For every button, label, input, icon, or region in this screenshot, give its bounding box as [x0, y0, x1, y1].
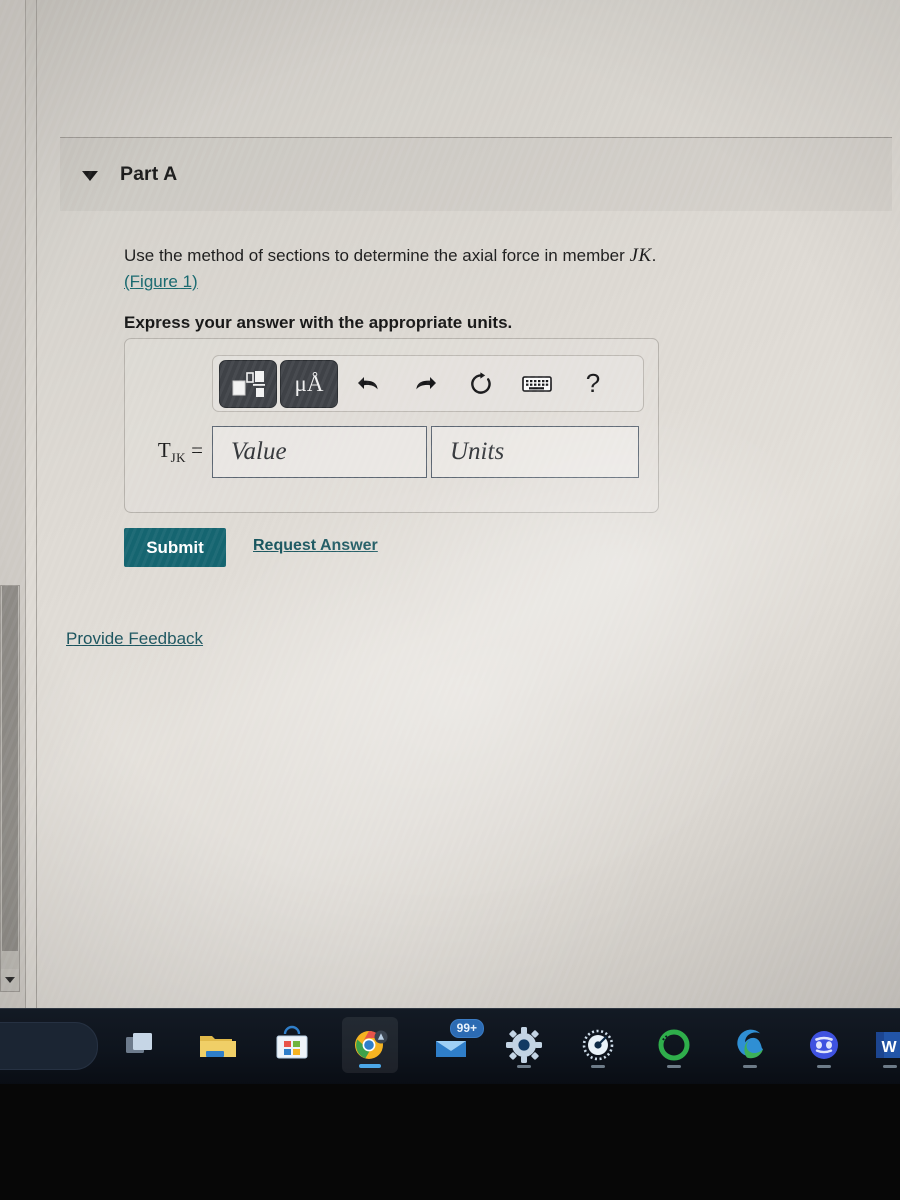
gear-icon	[504, 1025, 544, 1065]
answer-label: TJK =	[125, 438, 212, 466]
mail-unread-badge: 99+	[449, 1019, 484, 1038]
scrollbar-down-arrow-icon[interactable]	[1, 969, 19, 991]
prompt-line-1: Use the method of sections to determine …	[124, 243, 824, 270]
units-placeholder: Units	[450, 438, 505, 465]
laptop-screen-photo: Part A Use the method of sections to det…	[0, 0, 900, 1200]
google-chrome-icon	[350, 1025, 390, 1065]
units-mu-angstrom-icon[interactable]: μÅ	[280, 359, 338, 408]
help-question-icon[interactable]: ?	[565, 361, 621, 407]
submit-button[interactable]: Submit	[124, 528, 226, 567]
undo-arrow-icon[interactable]	[341, 361, 397, 407]
caret-down-icon[interactable]	[82, 170, 98, 181]
part-a-header[interactable]: Part A	[60, 138, 892, 211]
taskbar-item-microsoft-edge[interactable]	[722, 1017, 778, 1073]
answer-entry-box: μÅ ? TJK = Value Units	[124, 338, 659, 513]
taskbar-item-task-view[interactable]	[112, 1017, 168, 1073]
taskbar-running-indicator	[883, 1065, 897, 1068]
taskbar-item-spotify[interactable]	[646, 1017, 702, 1073]
answer-instruction: Express your answer with the appropriate…	[124, 313, 513, 333]
microsoft-store-icon	[272, 1025, 312, 1065]
member-variable: JK	[629, 245, 652, 266]
task-view-icon	[120, 1025, 160, 1065]
taskbar-running-indicator	[817, 1065, 831, 1068]
taskbar-item-file-explorer[interactable]	[188, 1017, 244, 1073]
taskbar-running-indicator	[743, 1065, 757, 1068]
provide-feedback-link[interactable]: Provide Feedback	[66, 629, 203, 649]
figure-1-link[interactable]: (Figure 1)	[124, 272, 198, 291]
browser-content-area: Part A Use the method of sections to det…	[0, 0, 900, 1008]
taskbar-item-microsoft-store[interactable]	[264, 1017, 320, 1073]
prompt-text-after: .	[651, 246, 657, 265]
taskbar-item-discord[interactable]	[796, 1017, 852, 1073]
math-toolbar: μÅ ?	[212, 355, 644, 412]
request-answer-link[interactable]: Request Answer	[253, 537, 378, 555]
value-input[interactable]: Value	[212, 426, 427, 478]
file-explorer-icon	[196, 1025, 236, 1065]
part-a-panel: Part A	[60, 137, 892, 211]
answer-label-equals: =	[185, 437, 203, 462]
page-title: Part A	[120, 163, 178, 185]
mail-icon: 99+	[432, 1019, 484, 1065]
taskbar-search-pill[interactable]	[0, 1022, 98, 1070]
svg-text:W: W	[881, 1039, 897, 1056]
question-prompt: Use the method of sections to determine …	[124, 243, 824, 333]
figure-link-line: (Figure 1)	[124, 270, 824, 294]
taskbar-item-microsoft-word[interactable]: W	[862, 1017, 900, 1073]
answer-label-subscript: JK	[170, 450, 186, 466]
gauge-icon	[578, 1025, 618, 1065]
taskbar-running-indicator	[591, 1065, 605, 1068]
value-placeholder: Value	[231, 438, 287, 465]
microsoft-edge-icon	[730, 1025, 770, 1065]
spotify-icon	[654, 1025, 694, 1065]
taskbar-running-indicator	[517, 1065, 531, 1068]
taskbar-active-indicator	[359, 1064, 381, 1068]
page-scrollbar[interactable]	[0, 585, 20, 992]
redo-arrow-icon[interactable]	[397, 361, 453, 407]
photo-black-border	[0, 1084, 900, 1200]
keyboard-icon[interactable]	[509, 361, 565, 407]
answer-label-symbol: T	[157, 437, 171, 462]
content-divider	[36, 0, 37, 1008]
math-template-icon[interactable]	[219, 359, 277, 408]
windows-taskbar: 99+ W	[0, 1008, 900, 1085]
reset-circular-arrow-icon[interactable]	[453, 361, 509, 407]
taskbar-item-gauge-app[interactable]	[570, 1017, 626, 1073]
microsoft-word-icon: W	[870, 1025, 900, 1065]
taskbar-running-indicator	[667, 1065, 681, 1068]
taskbar-item-google-chrome[interactable]	[342, 1017, 398, 1073]
taskbar-item-settings[interactable]	[496, 1017, 552, 1073]
taskbar-item-mail[interactable]: 99+	[424, 1017, 484, 1073]
prompt-text-before: Use the method of sections to determine …	[124, 246, 630, 265]
units-icon-label: μÅ	[294, 370, 324, 396]
answer-field-row: TJK = Value Units	[125, 426, 660, 478]
discord-icon	[804, 1025, 844, 1065]
units-input[interactable]: Units	[431, 426, 639, 478]
scrollbar-thumb[interactable]	[2, 586, 18, 951]
